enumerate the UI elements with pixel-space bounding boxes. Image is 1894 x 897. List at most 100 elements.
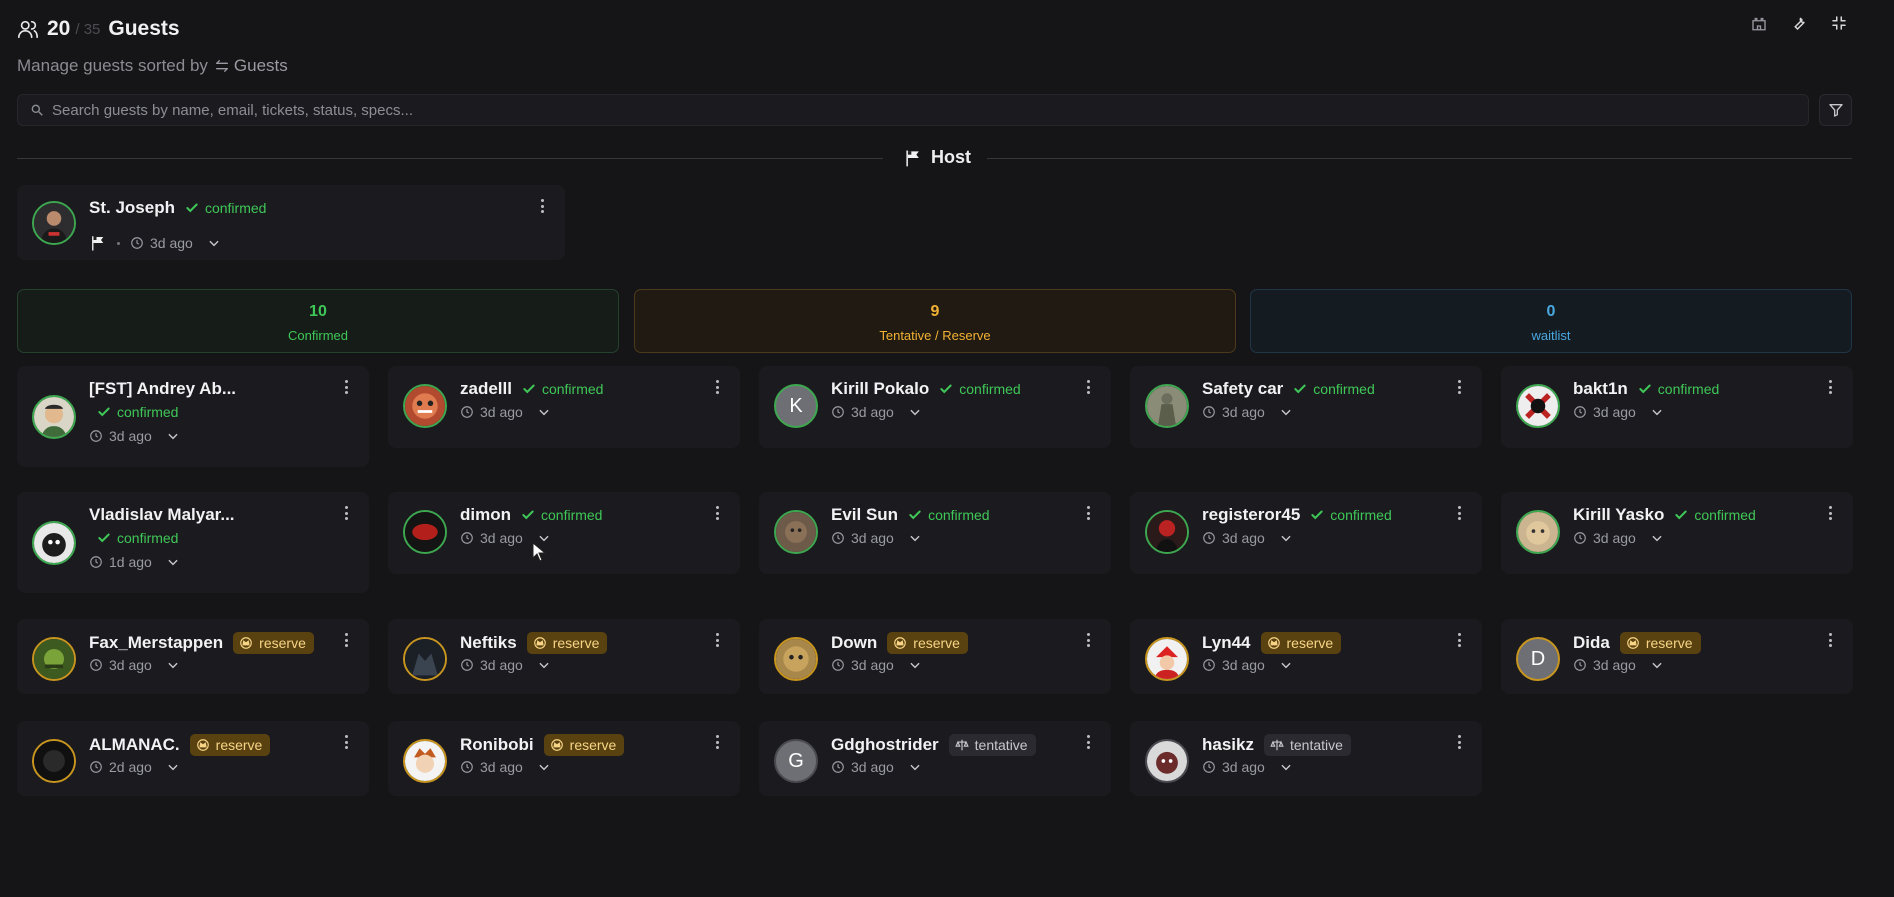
clock-icon [89,760,103,774]
flag-icon [92,236,104,251]
chevron-down-icon[interactable] [1650,658,1664,672]
more-vertical-icon[interactable] [1454,733,1464,751]
guest-card[interactable]: zadelll confirmed 3d ago [388,366,740,448]
guest-card[interactable]: Kirill Yasko confirmed 3d ago [1501,492,1853,574]
guest-meta: 3d ago [460,657,551,673]
host-avatar [32,201,76,245]
guest-card[interactable]: Down reserve 3d ago [759,619,1111,694]
more-vertical-icon[interactable] [537,197,547,215]
clock-icon [1573,658,1587,672]
chevron-down-icon[interactable] [537,658,551,672]
chevron-down-icon[interactable] [537,405,551,419]
status-row: confirmed [97,404,178,420]
avatar [32,521,76,565]
guest-card[interactable]: Evil Sun confirmed 3d ago [759,492,1111,574]
sort-toggle[interactable]: Guests [214,56,288,76]
chevron-down-icon[interactable] [207,236,221,250]
time-text: 3d ago [851,530,894,546]
guest-card[interactable]: ALMANAC. reserve 2d ago [17,721,369,796]
chevron-down-icon[interactable] [1650,405,1664,419]
more-vertical-icon[interactable] [341,631,351,649]
chevron-down-icon[interactable] [166,760,180,774]
stat-confirmed[interactable]: 10 Confirmed [17,289,619,353]
chevron-down-icon[interactable] [1279,760,1293,774]
more-vertical-icon[interactable] [712,631,722,649]
search-input[interactable] [52,101,1752,119]
guest-card[interactable]: K Kirill Pokalo confirmed 3d ago [759,366,1111,448]
more-vertical-icon[interactable] [712,733,722,751]
guest-meta: 3d ago [1202,657,1293,673]
more-vertical-icon[interactable] [341,504,351,522]
guest-meta: 3d ago [1573,657,1664,673]
stat-tentative[interactable]: 9 Tentative / Reserve [634,289,1236,353]
filter-button[interactable] [1819,94,1852,126]
chevron-down-icon[interactable] [166,658,180,672]
chevron-down-icon[interactable] [1650,531,1664,545]
chevron-down-icon[interactable] [908,760,922,774]
chevron-down-icon[interactable] [166,429,180,443]
status-badge: reserve [233,632,314,654]
guest-card[interactable]: Safety car confirmed 3d ago [1130,366,1482,448]
guest-card[interactable]: hasikz tentative 3d ago [1130,721,1482,796]
more-vertical-icon[interactable] [341,378,351,396]
castle-icon[interactable] [1750,14,1768,32]
clock-icon [1202,531,1216,545]
users-icon [17,18,39,40]
search-bar[interactable] [17,94,1809,126]
more-vertical-icon[interactable] [712,378,722,396]
status-text: confirmed [541,507,603,523]
chevron-down-icon[interactable] [1279,405,1293,419]
guest-card[interactable]: Neftiks reserve 3d ago [388,619,740,694]
more-vertical-icon[interactable] [1825,378,1835,396]
host-card[interactable]: St. Joseph confirmed 3d ago [17,185,565,260]
guest-card[interactable]: registeror45 confirmed 3d ago [1130,492,1482,574]
guest-capacity: / 35 [75,20,101,38]
guest-card[interactable]: Ronibobi reserve 3d ago [388,721,740,796]
chevron-down-icon[interactable] [908,405,922,419]
guest-name-row: zadelll confirmed [460,379,603,399]
chevron-down-icon[interactable] [1279,531,1293,545]
guest-card[interactable]: D Dida reserve 3d ago [1501,619,1853,694]
guest-name: Fax_Merstappen [89,633,224,652]
more-vertical-icon[interactable] [1454,378,1464,396]
chevron-down-icon[interactable] [908,531,922,545]
stat-waitlist-value: 0 [1546,303,1556,320]
more-vertical-icon[interactable] [1454,631,1464,649]
more-vertical-icon[interactable] [712,504,722,522]
guest-card[interactable]: Fax_Merstappen reserve 3d ago [17,619,369,694]
guest-name-row: Kirill Yasko confirmed [1573,505,1756,525]
check-icon [1674,508,1688,522]
guest-card[interactable]: [FST] Andrey Ab... confirmed 3d ago [17,366,369,467]
more-vertical-icon[interactable] [1454,504,1464,522]
guest-name-row: Dida reserve [1573,632,1701,654]
guest-card[interactable]: Vladislav Malyar... confirmed 1d ago [17,492,369,593]
guest-card[interactable]: Lyn44 reserve 3d ago [1130,619,1482,694]
guest-card[interactable]: dimon confirmed 3d ago [388,492,740,574]
more-vertical-icon[interactable] [1083,631,1093,649]
guest-card[interactable]: bakt1n confirmed 3d ago [1501,366,1853,448]
guest-name: zadelll [460,379,512,398]
chevron-down-icon[interactable] [908,658,922,672]
avatar [1145,739,1189,783]
more-vertical-icon[interactable] [1083,504,1093,522]
avatar: G [774,739,818,783]
sort-arrows-icon [215,60,228,72]
more-vertical-icon[interactable] [1825,504,1835,522]
wrench-icon[interactable] [1790,14,1808,32]
chevron-down-icon[interactable] [166,555,180,569]
more-vertical-icon[interactable] [1825,631,1835,649]
check-icon [1638,382,1652,396]
more-vertical-icon[interactable] [1083,378,1093,396]
chevron-down-icon[interactable] [1279,658,1293,672]
collapse-icon[interactable] [1830,14,1848,32]
more-vertical-icon[interactable] [1083,733,1093,751]
chevron-down-icon[interactable] [537,760,551,774]
stat-waitlist[interactable]: 0 waitlist [1250,289,1852,353]
guest-card[interactable]: G Gdghostrider tentative 3d ago [759,721,1111,796]
guest-name-row: dimon confirmed [460,505,602,525]
status-text: reserve [1645,635,1693,651]
avatar: D [1516,637,1560,681]
clock-icon [1573,531,1587,545]
divider-line-left [17,158,883,159]
more-vertical-icon[interactable] [341,733,351,751]
